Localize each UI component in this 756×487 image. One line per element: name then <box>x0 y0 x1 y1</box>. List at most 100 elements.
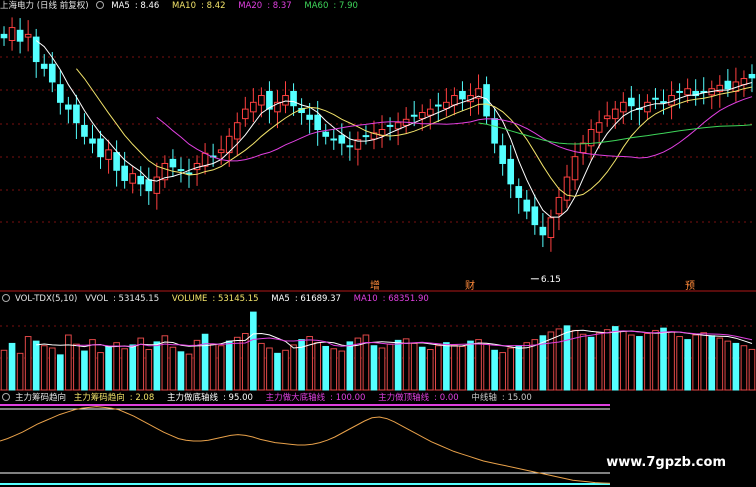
candle-body <box>459 90 466 100</box>
candle-body <box>563 176 571 201</box>
candle-body <box>217 149 225 154</box>
indicator-title: 主力筹码趋向 <box>15 393 67 403</box>
volume-bar <box>676 336 683 391</box>
volume-bar <box>258 342 265 391</box>
volume-bar <box>346 341 354 391</box>
volume-bar <box>65 334 72 391</box>
indicator-legend: 主力筹码趋向 主力筹码趋向: 2.08 主力做底轴线: 95.00 主力做大底轴… <box>0 392 542 405</box>
volume-bar <box>394 339 402 391</box>
volume-bar <box>740 345 748 391</box>
candle-body <box>539 226 547 236</box>
candle-body <box>24 33 32 38</box>
volume-bar <box>250 311 257 391</box>
volume-bar <box>48 347 56 391</box>
volume-bar <box>233 336 241 391</box>
candle-body <box>65 104 72 110</box>
candle-body <box>57 84 64 103</box>
candle-body <box>660 101 667 104</box>
volume-bar <box>113 342 120 391</box>
event-marker: 预 <box>685 280 695 292</box>
volume-bar <box>724 340 732 391</box>
volume-bar <box>410 342 418 391</box>
event-marker: 增 <box>370 279 380 292</box>
candle-body <box>282 95 289 106</box>
candle-body <box>153 176 161 194</box>
candle-body <box>676 90 683 93</box>
volume-bar <box>563 325 571 391</box>
low-marker-label: 6.15 <box>541 275 561 285</box>
settings-icon[interactable] <box>95 1 104 9</box>
candle-body <box>571 156 579 181</box>
volume-bar <box>611 326 619 391</box>
volume-bar <box>555 328 563 391</box>
candle-body <box>338 135 346 144</box>
candle-body <box>16 29 24 42</box>
candle-body <box>121 165 128 181</box>
volume-bar <box>0 349 8 391</box>
candle-body <box>129 173 137 184</box>
volume-bar <box>483 343 490 391</box>
candle-body <box>169 158 177 168</box>
volume-bar <box>459 345 466 391</box>
price-legend: 上海电力 (日线 前复权) MA5: 8.46 MA10: 8.42 MA20:… <box>0 0 368 13</box>
volume-bar <box>24 336 32 391</box>
candle-body <box>185 172 193 175</box>
candle-body <box>394 122 402 130</box>
volume-bar <box>266 347 273 391</box>
volume-bar <box>274 352 281 391</box>
volume-bar <box>628 334 635 391</box>
volume-bar <box>523 342 531 391</box>
volume-bar <box>153 341 161 391</box>
volume-bar <box>491 349 498 391</box>
candle-body <box>483 84 490 117</box>
volume-bar <box>73 343 80 391</box>
volume-bar <box>595 332 603 391</box>
candle-body <box>531 206 539 226</box>
volume-bar <box>97 352 104 391</box>
chart-canvas[interactable]: 6.15 增 财 预 <box>0 0 756 487</box>
vvol-label: VVOL: 53145.15 <box>85 294 160 304</box>
settings-icon[interactable] <box>2 393 10 401</box>
volume-bar <box>201 333 209 391</box>
volume-bar <box>571 329 579 391</box>
candle-body <box>8 27 16 41</box>
volume-bar <box>57 354 64 391</box>
volume-label: VOLUME: 53145.15 <box>171 294 259 304</box>
candle-body <box>81 124 88 137</box>
candle-body <box>611 108 619 120</box>
candle-body <box>290 90 297 107</box>
candle-body <box>201 152 209 167</box>
volume-bar <box>16 352 24 391</box>
candle-body <box>306 114 313 120</box>
volume-bar <box>451 344 458 391</box>
volume-bar <box>129 344 137 391</box>
candle-body <box>386 124 394 127</box>
candle-body <box>40 63 48 69</box>
ma10-line <box>76 68 753 197</box>
candle-body <box>97 138 104 158</box>
settings-icon[interactable] <box>2 294 10 302</box>
volume-legend: VOL-TDX(5,10) VVOL: 53145.15 VOLUME: 531… <box>0 293 439 306</box>
indicator-top-axis-label: 主力做顶轴线: 0.00 <box>378 393 459 403</box>
volume-bar <box>716 337 724 391</box>
volume-bar <box>443 342 450 391</box>
candle-body <box>579 142 587 154</box>
candle-body <box>724 80 732 90</box>
candle-body <box>233 122 241 140</box>
candle-body <box>258 95 265 106</box>
volume-bar <box>587 336 595 391</box>
watermark: www.7gpzb.com <box>606 455 726 470</box>
candle-body <box>499 145 506 164</box>
candle-body <box>418 112 426 120</box>
volume-bar <box>660 327 667 391</box>
volume-bar <box>89 339 96 391</box>
candle-body <box>113 152 120 171</box>
volume-bar <box>185 353 193 391</box>
volume-bar <box>418 346 426 391</box>
volume-bar <box>708 335 716 391</box>
candle-body <box>426 108 434 116</box>
ma20-label: MA20: 8.37 <box>238 1 292 11</box>
volume-bar <box>338 350 346 391</box>
volume-bar <box>636 336 643 391</box>
volume-bar <box>579 333 587 391</box>
